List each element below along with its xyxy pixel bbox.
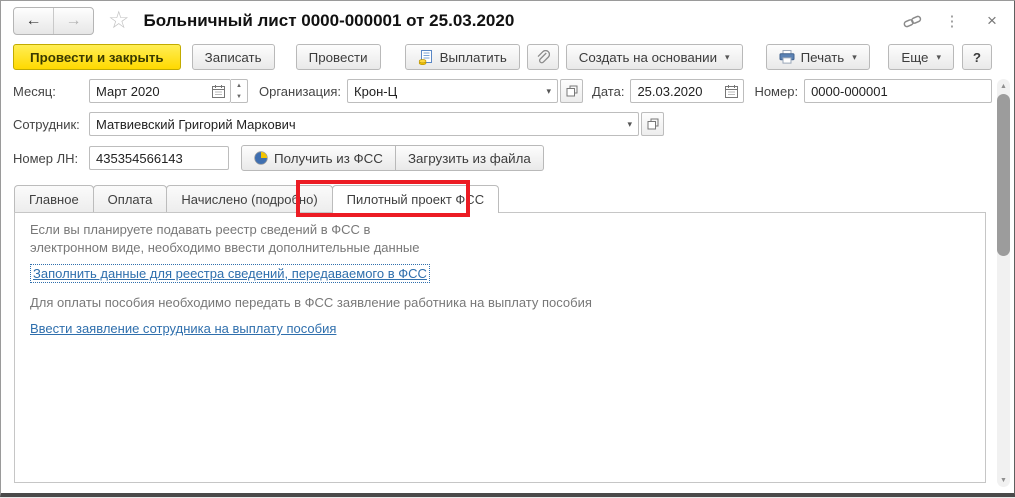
tab-label: Начислено (подробно) — [181, 191, 318, 207]
save-button[interactable]: Записать — [191, 44, 275, 70]
chevron-down-icon: ▾ — [852, 51, 857, 62]
organization-dropdown-icon[interactable]: ▾ — [541, 80, 558, 102]
fss-info-text: Если вы планируете подавать реестр сведе… — [30, 222, 420, 255]
tab-label: Пилотный проект ФСС — [346, 192, 485, 207]
toolbar: Провести и закрыть Записать Провести Вып… — [1, 41, 1014, 79]
calendar-icon[interactable] — [723, 80, 743, 102]
page-title: Больничный лист 0000-000001 от 25.03.202… — [143, 11, 515, 30]
app-window: ← → ☆ Больничный лист 0000-000001 от 25.… — [0, 0, 1015, 497]
more-actions-button[interactable]: Еще ▾ — [888, 44, 954, 70]
stepper-down-icon[interactable]: ▼ — [231, 91, 247, 102]
employee-field: ▾ — [89, 112, 639, 136]
attachments-button[interactable] — [526, 44, 559, 70]
organization-field: ▾ — [347, 79, 559, 103]
month-field — [89, 79, 231, 103]
more-actions-label: Еще — [901, 49, 929, 65]
organization-label: Организация: — [259, 83, 342, 99]
month-label: Месяц: — [13, 83, 56, 99]
forward-arrow-icon: → — [65, 12, 82, 29]
create-based-on-button[interactable]: Создать на основании ▾ — [565, 44, 743, 70]
ln-number-field — [89, 146, 229, 170]
scrollbar-thumb[interactable] — [997, 94, 1010, 256]
link-icon[interactable] — [902, 11, 922, 31]
enter-application-link[interactable]: Ввести заявление сотрудника на выплату п… — [30, 321, 336, 336]
employee-input[interactable] — [90, 114, 622, 134]
tab-glavnoe[interactable]: Главное — [14, 185, 94, 212]
open-form-icon — [566, 85, 578, 97]
back-arrow-icon: ← — [25, 12, 42, 29]
tab-nachisleno[interactable]: Начислено (подробно) — [166, 185, 333, 212]
employee-open-button[interactable] — [641, 112, 664, 136]
ln-number-input[interactable] — [90, 148, 228, 168]
print-button[interactable]: Печать ▾ — [765, 44, 870, 70]
form-row-month-org-date-number: Месяц: ▲ ▼ Организация: ▾ — [1, 79, 1014, 103]
title-bar: ← → ☆ Больничный лист 0000-000001 от 25.… — [1, 1, 1014, 41]
save-label: Записать — [204, 49, 262, 65]
chevron-down-icon: ▾ — [936, 51, 941, 62]
month-stepper[interactable]: ▲ ▼ — [231, 79, 248, 103]
close-icon[interactable]: × — [982, 11, 1002, 31]
back-button[interactable]: ← — [14, 8, 53, 34]
web-service-globe-icon — [254, 151, 268, 165]
number-field — [804, 79, 993, 103]
get-from-fss-label: Получить из ФСС — [274, 150, 383, 166]
form-row-employee: Сотрудник: ▾ — [1, 112, 1014, 136]
post-and-close-button[interactable]: Провести и закрыть — [13, 44, 181, 70]
post-and-close-label: Провести и закрыть — [30, 49, 164, 65]
post-button[interactable]: Провести — [295, 44, 381, 70]
calendar-icon[interactable] — [210, 80, 230, 102]
number-label: Номер: — [754, 83, 799, 99]
pay-document-coins-icon — [418, 49, 432, 65]
fss-tab-panel: Если вы планируете подавать реестр сведе… — [14, 212, 986, 483]
tab-bar: Главное Оплата Начислено (подробно) Пило… — [14, 185, 1014, 213]
organization-open-button[interactable] — [560, 79, 584, 103]
organization-input[interactable] — [348, 81, 541, 101]
tab-label: Главное — [29, 191, 79, 207]
get-from-fss-button[interactable]: Получить из ФСС — [241, 145, 396, 171]
load-from-file-button[interactable]: Загрузить из файла — [395, 145, 544, 171]
employee-dropdown-icon[interactable]: ▾ — [621, 113, 638, 135]
help-label: ? — [972, 49, 982, 65]
more-menu-icon[interactable]: ⋮ — [942, 11, 962, 31]
print-label: Печать — [800, 49, 845, 65]
form-row-ln-number: Номер ЛН: Получить из ФСС Загрузить из ф… — [1, 145, 1014, 171]
tab-oplata[interactable]: Оплата — [92, 185, 168, 212]
chevron-down-icon: ▾ — [725, 51, 730, 62]
fss-button-group: Получить из ФСС Загрузить из файла — [241, 145, 544, 171]
open-form-icon — [647, 118, 658, 130]
pay-button[interactable]: Выплатить — [404, 44, 520, 70]
tab-pilotny-proekt-fss[interactable]: Пилотный проект ФСС — [331, 185, 500, 213]
tab-label: Оплата — [107, 191, 153, 207]
benefit-info-text: Для оплаты пособия необходимо передать в… — [30, 295, 592, 310]
scroll-down-icon[interactable]: ▼ — [997, 473, 1010, 487]
month-input[interactable] — [90, 81, 210, 101]
history-nav: ← → — [13, 7, 94, 35]
chain-link-glyph — [903, 15, 921, 27]
employee-label: Сотрудник: — [13, 116, 80, 132]
pay-label: Выплатить — [439, 49, 507, 65]
create-based-on-label: Создать на основании — [578, 49, 718, 65]
number-input[interactable] — [805, 81, 992, 101]
scroll-up-icon[interactable]: ▲ — [997, 79, 1010, 93]
stepper-up-icon[interactable]: ▲ — [231, 80, 247, 91]
ln-number-label: Номер ЛН: — [13, 150, 79, 166]
date-input[interactable] — [631, 81, 724, 101]
forward-button[interactable]: → — [53, 8, 93, 34]
paperclip-icon — [537, 49, 551, 63]
load-from-file-label: Загрузить из файла — [407, 150, 531, 166]
help-button[interactable]: ? — [962, 44, 992, 70]
favorite-star-icon[interactable]: ☆ — [108, 9, 130, 33]
post-label: Провести — [308, 49, 368, 65]
date-field — [630, 79, 745, 103]
printer-icon — [779, 50, 795, 64]
fill-registry-link[interactable]: Заполнить данные для реестра сведений, п… — [30, 264, 430, 283]
date-label: Дата: — [592, 83, 625, 99]
vertical-scrollbar[interactable]: ▲ ▼ — [997, 79, 1010, 487]
